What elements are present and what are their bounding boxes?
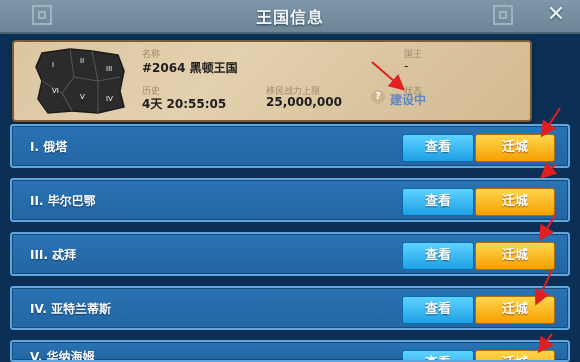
view-button[interactable]: 查看	[402, 134, 474, 162]
ornament-icon	[493, 5, 513, 25]
view-button[interactable]: 查看	[402, 242, 474, 270]
relocate-button[interactable]: 迁城	[475, 242, 555, 270]
relocate-button[interactable]: 迁城	[475, 188, 555, 216]
status-value: 建设中	[390, 93, 427, 107]
map-region-label: VI	[52, 87, 59, 95]
map-region-label: V	[80, 93, 85, 101]
view-button[interactable]: 查看	[402, 188, 474, 216]
region-name: I. 俄塔	[30, 140, 68, 154]
list-item: II. 毕尔巴鄂 查看 迁城	[10, 178, 570, 222]
relocate-button[interactable]: 迁城	[475, 296, 555, 324]
kingdom-info-card: I II III IV V VI 名称 #2064 黑顿王国 国王 - 历史 4…	[12, 40, 532, 122]
region-name: V. 华纳海姆	[30, 350, 95, 362]
close-icon[interactable]: ✕	[544, 3, 568, 27]
view-button[interactable]: 查看	[402, 296, 474, 324]
list-item: I. 俄塔 查看 迁城	[10, 124, 570, 168]
region-name: IV. 亚特兰蒂斯	[30, 302, 111, 316]
relocate-button[interactable]: 迁城	[475, 134, 555, 162]
map-region-label: II	[80, 57, 84, 65]
list-item: III. 忒拜 查看 迁城	[10, 232, 570, 276]
list-item: IV. 亚特兰蒂斯 查看 迁城	[10, 286, 570, 330]
map-region-label: III	[106, 65, 112, 73]
region-name: III. 忒拜	[30, 248, 77, 262]
title-bar: 王国信息 ✕	[0, 0, 580, 34]
map-region-label: IV	[106, 95, 113, 103]
list-item: V. 华纳海姆 查看 迁城	[10, 340, 570, 362]
power-cap-value: 25,000,000	[266, 95, 342, 109]
kingdom-map-icon: I II III IV V VI	[35, 48, 125, 114]
kingdom-name: #2064 黑顿王国	[142, 61, 238, 75]
history-value: 4天 20:55:05	[142, 97, 227, 111]
king-value: -	[404, 59, 409, 73]
map-region-label: I	[52, 61, 54, 69]
relocate-button[interactable]: 迁城	[475, 350, 555, 360]
help-icon[interactable]: ?	[371, 90, 385, 104]
view-button[interactable]: 查看	[402, 350, 474, 360]
region-name: II. 毕尔巴鄂	[30, 194, 96, 208]
